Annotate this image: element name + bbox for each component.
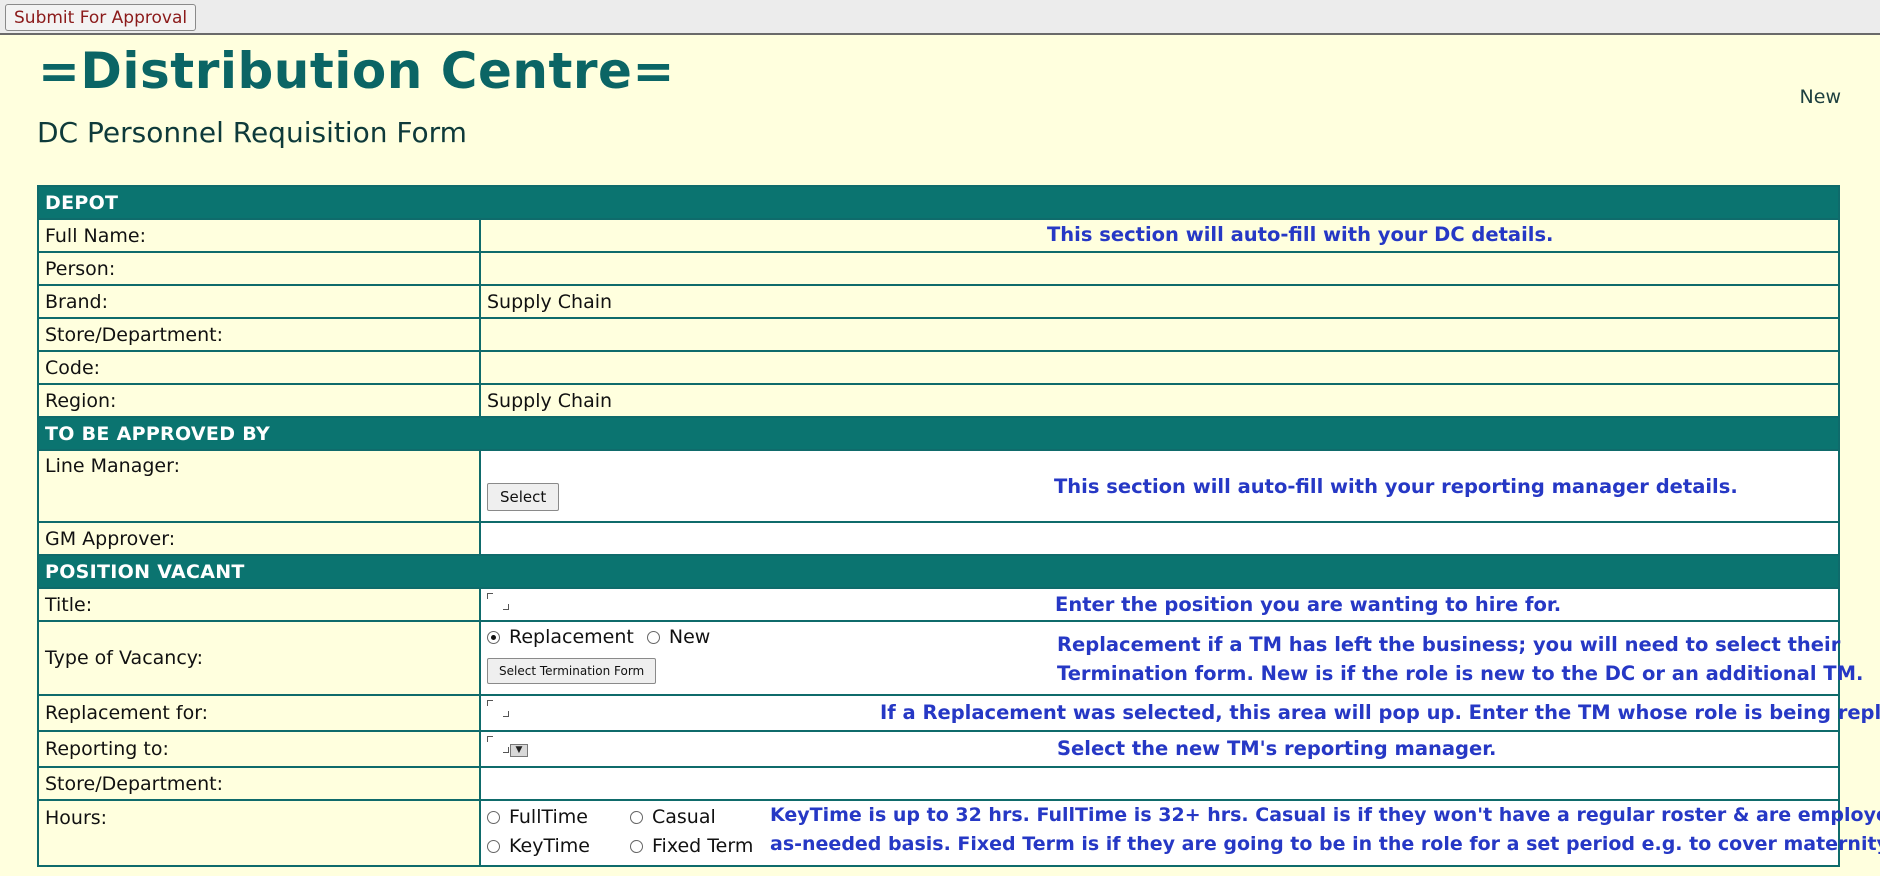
page-title: =Distribution Centre=	[38, 42, 675, 100]
radio-keytime[interactable]	[487, 839, 500, 853]
select-termination-form-button[interactable]: Select Termination Form	[487, 658, 657, 684]
replacement-input[interactable]	[487, 700, 509, 717]
toolbar: Submit For Approval	[0, 0, 1880, 35]
row-code: Code:	[37, 350, 1840, 385]
vacancy-hint-line-1: Replacement if a TM has left the busines…	[1057, 633, 1841, 656]
dropdown-arrow-icon[interactable]: ▼	[510, 744, 528, 757]
status-label: New	[1799, 86, 1841, 108]
section-approval: TO BE APPROVED BY	[37, 416, 1840, 451]
replacement-hint: If a Replacement was selected, this area…	[880, 701, 1880, 724]
reporting-value: ▼ Select the new TM's reporting manager.	[479, 730, 1840, 768]
field-label: Brand:	[37, 284, 481, 319]
title-input[interactable]	[487, 593, 509, 610]
field-label: Store/Department:	[37, 766, 481, 801]
code-value	[479, 350, 1840, 385]
field-label: Title:	[37, 587, 481, 622]
radio-label: Casual	[652, 806, 716, 828]
line-manager-value: Select This section will auto-fill with …	[479, 449, 1840, 523]
hours-value: FullTime Casual KeyTime Fixed Term KeyTi…	[479, 799, 1880, 867]
position-store-value	[479, 766, 1840, 801]
vacancy-radio-group: Replacement New	[487, 626, 710, 648]
reporting-hint: Select the new TM's reporting manager.	[1057, 737, 1497, 760]
radio-fulltime[interactable]	[487, 810, 500, 824]
select-line-manager-button[interactable]: Select	[487, 483, 560, 511]
section-heading: POSITION VACANT	[37, 554, 1840, 589]
radio-label: FullTime	[509, 806, 588, 828]
row-type-of-vacancy: Type of Vacancy: Replacement New Select …	[37, 620, 1863, 696]
field-label: Replacement for:	[37, 694, 481, 732]
radio-label: KeyTime	[509, 835, 590, 857]
radio-label: Replacement	[509, 626, 634, 648]
field-label: Region:	[37, 383, 481, 418]
hours-option-keytime: KeyTime	[487, 835, 590, 857]
brand-value: Supply Chain	[479, 284, 1840, 319]
field-label: Store/Department:	[37, 317, 481, 352]
row-title: Title: Enter the position you are wantin…	[37, 587, 1840, 622]
full-name-value: This section will auto-fill with your DC…	[479, 218, 1840, 253]
row-store-department: Store/Department:	[37, 317, 1840, 352]
section-heading: TO BE APPROVED BY	[37, 416, 1840, 451]
vacancy-value: Replacement New Select Termination Form …	[479, 620, 1863, 696]
gm-approver-value	[479, 521, 1840, 556]
row-hours: Hours: FullTime Casual KeyTime Fixed Ter…	[37, 799, 1880, 867]
row-position-store-department: Store/Department:	[37, 766, 1840, 801]
field-label: Reporting to:	[37, 730, 481, 768]
field-label: Code:	[37, 350, 481, 385]
store-department-value	[479, 317, 1840, 352]
field-label: GM Approver:	[37, 521, 481, 556]
hours-hint-line-2: as-needed basis. Fixed Term is if they a…	[770, 833, 1880, 855]
row-full-name: Full Name: This section will auto-fill w…	[37, 218, 1840, 253]
section-heading: DEPOT	[37, 185, 1840, 220]
radio-fixed-term[interactable]	[630, 839, 643, 853]
field-label: Hours:	[37, 799, 481, 867]
radio-casual[interactable]	[630, 810, 643, 824]
hours-hint-line-1: KeyTime is up to 32 hrs. FullTime is 32+…	[770, 804, 1880, 826]
depot-hint: This section will auto-fill with your DC…	[1047, 223, 1554, 246]
title-hint: Enter the position you are wanting to hi…	[1055, 593, 1562, 616]
person-value	[479, 251, 1840, 286]
requisition-form: DEPOT Full Name: This section will auto-…	[37, 185, 1880, 867]
vacancy-hint-line-2: Termination form. New is if the role is …	[1057, 662, 1864, 685]
reporting-input[interactable]	[487, 736, 509, 753]
row-line-manager: Line Manager: Select This section will a…	[37, 449, 1840, 523]
section-position: POSITION VACANT	[37, 554, 1840, 589]
field-label: Full Name:	[37, 218, 481, 253]
field-label: Type of Vacancy:	[37, 620, 481, 696]
radio-replacement[interactable]	[487, 630, 500, 644]
title-value: Enter the position you are wanting to hi…	[479, 587, 1840, 622]
replacement-value: If a Replacement was selected, this area…	[479, 694, 1880, 732]
field-label: Person:	[37, 251, 481, 286]
row-region: Region: Supply Chain	[37, 383, 1840, 418]
hours-option-fulltime: FullTime	[487, 806, 588, 828]
row-brand: Brand: Supply Chain	[37, 284, 1840, 319]
hours-option-fixed-term: Fixed Term	[630, 835, 753, 857]
radio-label: Fixed Term	[652, 835, 754, 857]
row-person: Person:	[37, 251, 1840, 286]
section-depot: DEPOT	[37, 185, 1840, 220]
submit-for-approval-button[interactable]: Submit For Approval	[5, 4, 197, 31]
row-replacement-for: Replacement for: If a Replacement was se…	[37, 694, 1880, 732]
radio-new[interactable]	[646, 630, 660, 644]
form-subtitle: DC Personnel Requisition Form	[37, 116, 467, 149]
row-gm-approver: GM Approver:	[37, 521, 1840, 556]
radio-label: New	[668, 626, 711, 648]
region-value: Supply Chain	[479, 383, 1840, 418]
field-label: Line Manager:	[37, 449, 481, 523]
row-reporting-to: Reporting to: ▼ Select the new TM's repo…	[37, 730, 1840, 768]
hours-option-casual: Casual	[630, 806, 716, 828]
approval-hint: This section will auto-fill with your re…	[1054, 475, 1738, 498]
